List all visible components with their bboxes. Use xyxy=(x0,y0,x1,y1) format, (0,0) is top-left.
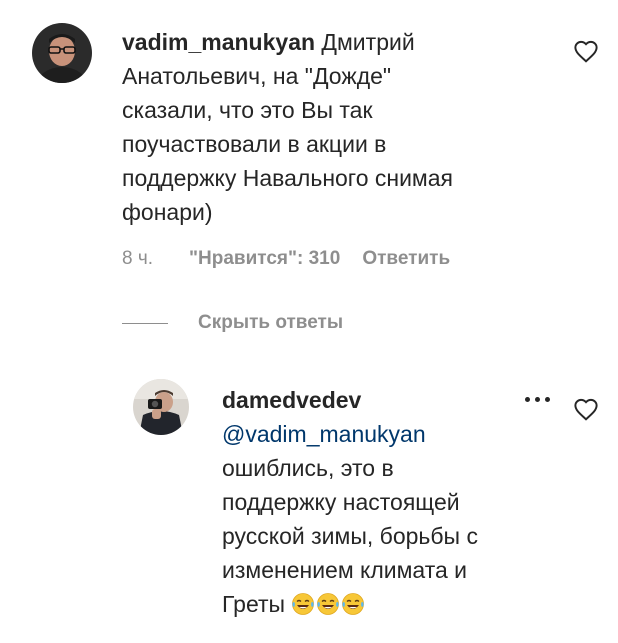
reply-line-4: изменением климата и xyxy=(222,557,468,583)
reply-body: damedvedev @vadim_manukyan ошиблись, это… xyxy=(222,383,522,621)
reply-text-line: Греты xyxy=(222,591,286,617)
comment-line-3: сказали, что это Вы так xyxy=(122,97,373,123)
laughing-tears-emoji xyxy=(317,593,340,615)
comment-username[interactable]: vadim_manukyan xyxy=(122,29,315,55)
emoji-group xyxy=(291,592,365,616)
comment-likes[interactable]: "Нравится": 310 xyxy=(189,248,340,270)
comment-time[interactable]: 8 ч. xyxy=(122,248,153,270)
hide-replies-label[interactable]: Скрыть ответы xyxy=(198,312,343,334)
laughing-tears-emoji xyxy=(342,593,365,615)
comment-text-line: Дмитрий xyxy=(321,29,415,55)
reply-line-5: Греты xyxy=(222,587,522,621)
more-dot xyxy=(545,397,550,402)
heart-outline-icon[interactable] xyxy=(573,39,599,63)
divider-line xyxy=(122,322,168,324)
reply-username[interactable]: damedvedev xyxy=(222,383,522,417)
comment-avatar[interactable] xyxy=(32,23,92,83)
comment-meta: 8 ч. "Нравится": 310 Ответить xyxy=(122,248,450,270)
comment-line-2: Анатольевич, на "Дожде" xyxy=(122,63,392,89)
laughing-tears-emoji xyxy=(292,593,315,615)
reply-line-2: поддержку настоящей xyxy=(222,489,460,515)
comment-body: vadim_manukyan Дмитрий Анатольевич, на "… xyxy=(122,25,582,229)
comment-line-1: vadim_manukyan Дмитрий xyxy=(122,25,582,59)
comment-line-6: фонари) xyxy=(122,199,213,225)
heart-outline-icon[interactable] xyxy=(573,397,599,421)
more-options-icon[interactable] xyxy=(525,397,550,402)
hide-replies-toggle[interactable]: Скрыть ответы xyxy=(122,312,343,334)
reply-line-3: русской зимы, борьбы с xyxy=(222,523,478,549)
reply-avatar[interactable] xyxy=(133,379,189,435)
reply-line-1: ошиблись, это в xyxy=(222,455,394,481)
reply-mention[interactable]: @vadim_manukyan xyxy=(222,417,522,451)
comment-line-5: поддержку Навального снимая xyxy=(122,165,453,191)
comment-line-4: поучаствовали в акции в xyxy=(122,131,387,157)
reply-button[interactable]: Ответить xyxy=(362,248,450,270)
more-dot xyxy=(525,397,530,402)
more-dot xyxy=(535,397,540,402)
